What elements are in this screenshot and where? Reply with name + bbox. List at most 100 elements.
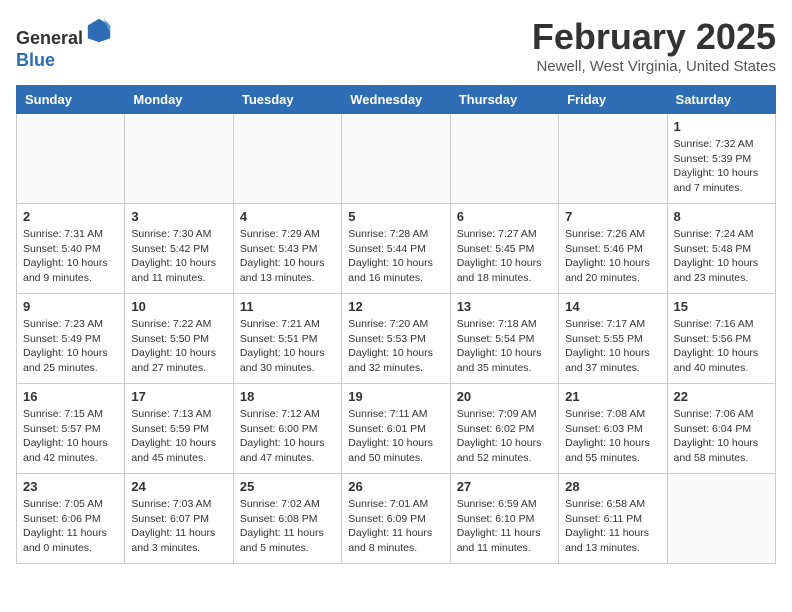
calendar-cell: 27Sunrise: 6:59 AM Sunset: 6:10 PM Dayli… bbox=[450, 474, 558, 564]
day-info: Sunrise: 7:23 AM Sunset: 5:49 PM Dayligh… bbox=[23, 317, 118, 376]
day-info: Sunrise: 6:58 AM Sunset: 6:11 PM Dayligh… bbox=[565, 497, 660, 556]
calendar-cell: 3 Sunrise: 7:30 AM Sunset: 5:42 PM Daylig… bbox=[125, 204, 233, 294]
calendar-cell: 14 Sunrise: 7:17 AM Sunset: 5:55 PM Dayli… bbox=[559, 294, 667, 384]
day-number: 1 bbox=[674, 119, 769, 134]
day-info: Sunrise: 7:09 AM Sunset: 6:02 PM Dayligh… bbox=[457, 407, 552, 466]
day-number: 11 bbox=[240, 299, 335, 314]
calendar-cell: 12Sunrise: 7:20 AM Sunset: 5:53 PM Dayli… bbox=[342, 294, 450, 384]
weekday-header-sunday: Sunday bbox=[17, 86, 125, 114]
week-row-3: 9Sunrise: 7:23 AM Sunset: 5:49 PM Daylig… bbox=[17, 294, 776, 384]
calendar-cell: 18 Sunrise: 7:12 AM Sunset: 6:00 PM Dayli… bbox=[233, 384, 341, 474]
day-number: 12 bbox=[348, 299, 443, 314]
logo-icon bbox=[85, 16, 113, 44]
calendar-cell: 7Sunrise: 7:26 AM Sunset: 5:46 PM Daylig… bbox=[559, 204, 667, 294]
week-row-2: 2 Sunrise: 7:31 AM Sunset: 5:40 PM Daylig… bbox=[17, 204, 776, 294]
day-info: Sunrise: 7:17 AM Sunset: 5:55 PM Dayligh… bbox=[565, 317, 660, 376]
calendar-cell: 20 Sunrise: 7:09 AM Sunset: 6:02 PM Dayli… bbox=[450, 384, 558, 474]
calendar-cell bbox=[342, 114, 450, 204]
day-info: Sunrise: 6:59 AM Sunset: 6:10 PM Dayligh… bbox=[457, 497, 552, 556]
day-number: 8 bbox=[674, 209, 769, 224]
calendar-cell: 21 Sunrise: 7:08 AM Sunset: 6:03 PM Dayli… bbox=[559, 384, 667, 474]
calendar-cell: 11 Sunrise: 7:21 AM Sunset: 5:51 PM Dayli… bbox=[233, 294, 341, 384]
weekday-header-saturday: Saturday bbox=[667, 86, 775, 114]
calendar-cell bbox=[17, 114, 125, 204]
calendar-cell: 23 Sunrise: 7:05 AM Sunset: 6:06 PM Dayli… bbox=[17, 474, 125, 564]
day-number: 10 bbox=[131, 299, 226, 314]
day-info: Sunrise: 7:21 AM Sunset: 5:51 PM Dayligh… bbox=[240, 317, 335, 376]
calendar-cell: 2 Sunrise: 7:31 AM Sunset: 5:40 PM Daylig… bbox=[17, 204, 125, 294]
calendar-cell: 19 Sunrise: 7:11 AM Sunset: 6:01 PM Dayli… bbox=[342, 384, 450, 474]
calendar-cell bbox=[667, 474, 775, 564]
weekday-header-row: SundayMondayTuesdayWednesdayThursdayFrid… bbox=[17, 86, 776, 114]
calendar-cell: 9Sunrise: 7:23 AM Sunset: 5:49 PM Daylig… bbox=[17, 294, 125, 384]
day-info: Sunrise: 7:11 AM Sunset: 6:01 PM Dayligh… bbox=[348, 407, 443, 466]
calendar-cell: 28 Sunrise: 6:58 AM Sunset: 6:11 PM Dayli… bbox=[559, 474, 667, 564]
day-info: Sunrise: 7:03 AM Sunset: 6:07 PM Dayligh… bbox=[131, 497, 226, 556]
day-number: 6 bbox=[457, 209, 552, 224]
weekday-header-friday: Friday bbox=[559, 86, 667, 114]
day-number: 25 bbox=[240, 479, 335, 494]
day-number: 2 bbox=[23, 209, 118, 224]
day-info: Sunrise: 7:27 AM Sunset: 5:45 PM Dayligh… bbox=[457, 227, 552, 286]
day-number: 18 bbox=[240, 389, 335, 404]
title-block: February 2025 Newell, West Virginia, Uni… bbox=[532, 16, 776, 75]
day-number: 14 bbox=[565, 299, 660, 314]
calendar-cell bbox=[559, 114, 667, 204]
calendar-cell bbox=[450, 114, 558, 204]
week-row-1: 1 Sunrise: 7:32 AM Sunset: 5:39 PM Daylig… bbox=[17, 114, 776, 204]
calendar-cell: 22 Sunrise: 7:06 AM Sunset: 6:04 PM Dayli… bbox=[667, 384, 775, 474]
month-title: February 2025 bbox=[532, 16, 776, 58]
day-number: 5 bbox=[348, 209, 443, 224]
day-info: Sunrise: 7:13 AM Sunset: 5:59 PM Dayligh… bbox=[131, 407, 226, 466]
day-info: Sunrise: 7:16 AM Sunset: 5:56 PM Dayligh… bbox=[674, 317, 769, 376]
day-info: Sunrise: 7:15 AM Sunset: 5:57 PM Dayligh… bbox=[23, 407, 118, 466]
calendar-cell: 6 Sunrise: 7:27 AM Sunset: 5:45 PM Daylig… bbox=[450, 204, 558, 294]
calendar-cell: 17Sunrise: 7:13 AM Sunset: 5:59 PM Dayli… bbox=[125, 384, 233, 474]
weekday-header-monday: Monday bbox=[125, 86, 233, 114]
day-number: 22 bbox=[674, 389, 769, 404]
day-info: Sunrise: 7:31 AM Sunset: 5:40 PM Dayligh… bbox=[23, 227, 118, 286]
day-info: Sunrise: 7:32 AM Sunset: 5:39 PM Dayligh… bbox=[674, 137, 769, 196]
day-info: Sunrise: 7:24 AM Sunset: 5:48 PM Dayligh… bbox=[674, 227, 769, 286]
day-info: Sunrise: 7:02 AM Sunset: 6:08 PM Dayligh… bbox=[240, 497, 335, 556]
day-info: Sunrise: 7:18 AM Sunset: 5:54 PM Dayligh… bbox=[457, 317, 552, 376]
day-number: 19 bbox=[348, 389, 443, 404]
calendar-cell: 15Sunrise: 7:16 AM Sunset: 5:56 PM Dayli… bbox=[667, 294, 775, 384]
day-info: Sunrise: 7:08 AM Sunset: 6:03 PM Dayligh… bbox=[565, 407, 660, 466]
week-row-4: 16Sunrise: 7:15 AM Sunset: 5:57 PM Dayli… bbox=[17, 384, 776, 474]
calendar-cell: 26 Sunrise: 7:01 AM Sunset: 6:09 PM Dayli… bbox=[342, 474, 450, 564]
day-info: Sunrise: 7:28 AM Sunset: 5:44 PM Dayligh… bbox=[348, 227, 443, 286]
day-info: Sunrise: 7:12 AM Sunset: 6:00 PM Dayligh… bbox=[240, 407, 335, 466]
calendar-cell: 16Sunrise: 7:15 AM Sunset: 5:57 PM Dayli… bbox=[17, 384, 125, 474]
calendar-cell bbox=[233, 114, 341, 204]
day-info: Sunrise: 7:22 AM Sunset: 5:50 PM Dayligh… bbox=[131, 317, 226, 376]
calendar-cell: 5 Sunrise: 7:28 AM Sunset: 5:44 PM Daylig… bbox=[342, 204, 450, 294]
calendar-table: SundayMondayTuesdayWednesdayThursdayFrid… bbox=[16, 85, 776, 564]
day-number: 13 bbox=[457, 299, 552, 314]
calendar-cell: 4Sunrise: 7:29 AM Sunset: 5:43 PM Daylig… bbox=[233, 204, 341, 294]
logo: General Blue bbox=[16, 16, 113, 71]
day-number: 28 bbox=[565, 479, 660, 494]
calendar-cell: 25 Sunrise: 7:02 AM Sunset: 6:08 PM Dayli… bbox=[233, 474, 341, 564]
day-info: Sunrise: 7:01 AM Sunset: 6:09 PM Dayligh… bbox=[348, 497, 443, 556]
calendar-cell: 13 Sunrise: 7:18 AM Sunset: 5:54 PM Dayli… bbox=[450, 294, 558, 384]
calendar-cell: 10 Sunrise: 7:22 AM Sunset: 5:50 PM Dayli… bbox=[125, 294, 233, 384]
location: Newell, West Virginia, United States bbox=[532, 58, 776, 75]
day-info: Sunrise: 7:30 AM Sunset: 5:42 PM Dayligh… bbox=[131, 227, 226, 286]
day-number: 23 bbox=[23, 479, 118, 494]
day-number: 21 bbox=[565, 389, 660, 404]
day-info: Sunrise: 7:06 AM Sunset: 6:04 PM Dayligh… bbox=[674, 407, 769, 466]
calendar-cell: 24 Sunrise: 7:03 AM Sunset: 6:07 PM Dayli… bbox=[125, 474, 233, 564]
logo-blue: Blue bbox=[16, 50, 55, 70]
weekday-header-tuesday: Tuesday bbox=[233, 86, 341, 114]
week-row-5: 23 Sunrise: 7:05 AM Sunset: 6:06 PM Dayli… bbox=[17, 474, 776, 564]
day-number: 26 bbox=[348, 479, 443, 494]
day-number: 3 bbox=[131, 209, 226, 224]
day-info: Sunrise: 7:05 AM Sunset: 6:06 PM Dayligh… bbox=[23, 497, 118, 556]
day-number: 7 bbox=[565, 209, 660, 224]
day-number: 20 bbox=[457, 389, 552, 404]
calendar-cell bbox=[125, 114, 233, 204]
day-number: 24 bbox=[131, 479, 226, 494]
logo-general: General bbox=[16, 28, 83, 48]
calendar-cell: 1 Sunrise: 7:32 AM Sunset: 5:39 PM Daylig… bbox=[667, 114, 775, 204]
